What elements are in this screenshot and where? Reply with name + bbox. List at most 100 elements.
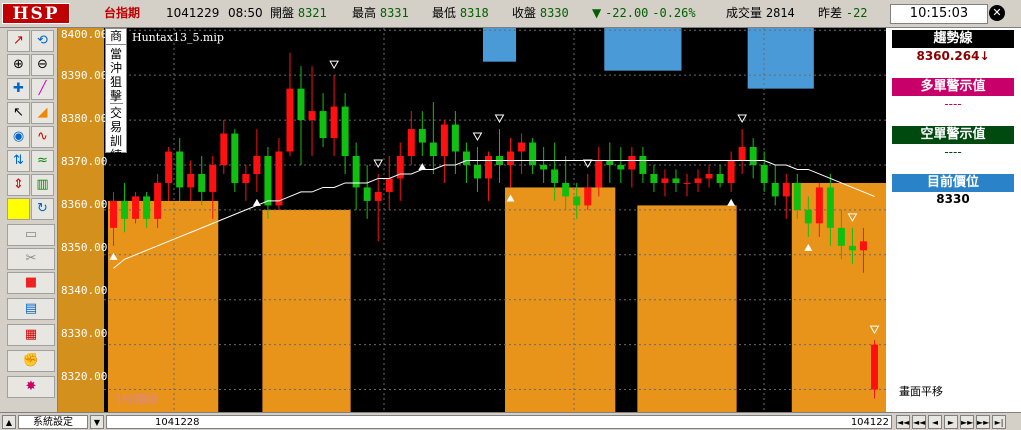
candle-body xyxy=(793,182,801,210)
candle-body xyxy=(617,164,625,170)
short-alert-header: 空單警示值 xyxy=(892,126,1014,144)
side-menu-item[interactable]: 商 xyxy=(106,29,126,45)
zoom-out-icon[interactable]: ⊖ xyxy=(31,54,54,76)
sell-signal-marker xyxy=(472,132,483,142)
grid-table-icon[interactable]: ▦ xyxy=(7,324,55,346)
stop-square-icon[interactable]: ■ xyxy=(7,272,55,294)
current-price-value: 8330 xyxy=(936,192,970,206)
candle-body xyxy=(540,164,548,170)
last-page-icon[interactable]: ►► xyxy=(976,415,990,429)
indicator-file: Huntax13_5.mip xyxy=(132,31,224,44)
scissors-icon[interactable]: ✂ xyxy=(7,248,55,270)
candle-body xyxy=(253,156,261,174)
candle-body xyxy=(209,164,217,192)
candle-body xyxy=(859,241,867,251)
candle-body xyxy=(518,142,526,152)
color-square-icon[interactable] xyxy=(7,198,30,220)
trend-line-value: 8360.264↓ xyxy=(916,49,990,63)
product-name[interactable]: 台指期 xyxy=(104,6,140,20)
candle-body xyxy=(165,151,173,183)
candle-body xyxy=(716,173,724,183)
blue-zone xyxy=(604,28,682,71)
candle-body xyxy=(451,124,459,152)
open-folder-icon[interactable]: ▭ xyxy=(7,224,55,246)
side-menu: 商 當沖狙擊 交易訓練 xyxy=(105,28,127,162)
long-alert-value: ---- xyxy=(944,97,962,111)
candle-body xyxy=(628,156,636,170)
next-icon[interactable]: ► xyxy=(944,415,958,429)
current-price-header: 目前價位 xyxy=(892,174,1014,192)
start-date: 1041228 xyxy=(155,417,200,428)
wave-icon[interactable]: ∿ xyxy=(31,126,54,148)
y-tick: 8330.00 xyxy=(61,327,108,340)
end-icon[interactable]: ►| xyxy=(992,415,1006,429)
reload-icon[interactable]: ↻ xyxy=(31,198,54,220)
bottom-bar: ▲ 系統設定 ▼ 1041228 104122 ◄◄ ◄◄ ◄ ► ►► ►► … xyxy=(0,412,1021,430)
pattern-icon[interactable]: ≈ xyxy=(31,150,54,172)
up-down-icon[interactable]: ⇕ xyxy=(7,174,30,196)
dropdown-icon[interactable]: ▼ xyxy=(90,415,104,429)
zoom-in-icon[interactable]: ⊕ xyxy=(7,54,30,76)
candle-body xyxy=(782,182,790,197)
candle-body xyxy=(573,196,581,206)
y-tick: 8400.00 xyxy=(61,28,108,41)
side-menu-item[interactable]: 當沖狙擊 xyxy=(109,47,123,104)
blue-zone xyxy=(747,28,814,89)
candle-body xyxy=(837,227,845,246)
open-price: 開盤 8321 xyxy=(270,6,327,20)
chart-canvas[interactable] xyxy=(104,28,936,412)
y-tick: 8360.00 xyxy=(61,198,108,211)
rewind-icon[interactable]: ◄◄ xyxy=(912,415,926,429)
forward-icon[interactable]: ►► xyxy=(960,415,974,429)
scroll-up-icon[interactable]: ▲ xyxy=(2,415,16,429)
long-alert-header: 多單警示值 xyxy=(892,78,1014,96)
candle-body xyxy=(462,151,470,165)
pan-label: 畫面平移 xyxy=(899,385,943,398)
quote-date: 1041229 xyxy=(166,6,220,20)
y-tick: 8320.00 xyxy=(61,370,108,383)
candle-body xyxy=(529,142,537,165)
first-page-icon[interactable]: ◄◄ xyxy=(896,415,910,429)
candle-body xyxy=(418,129,426,143)
candle-body xyxy=(705,173,713,179)
bar-switch-icon[interactable]: ▥ xyxy=(31,174,54,196)
settings-button[interactable]: 系統設定 xyxy=(18,415,88,429)
candle-body xyxy=(484,156,492,179)
candle-body xyxy=(242,173,250,183)
prev-icon[interactable]: ◄ xyxy=(928,415,942,429)
close-icon[interactable]: ✕ xyxy=(989,5,1005,21)
crosshair-icon[interactable]: ✚ xyxy=(7,78,30,100)
report-icon[interactable]: ▤ xyxy=(7,298,55,320)
high-price: 最高 8331 xyxy=(352,6,409,20)
candle-body xyxy=(848,245,856,251)
candle-body xyxy=(661,178,669,183)
side-menu-item[interactable]: 交易訓練 xyxy=(110,106,123,162)
glove-icon[interactable]: ✊ xyxy=(7,350,55,372)
candle-body xyxy=(826,187,834,228)
sell-signal-marker xyxy=(582,159,593,168)
refresh-icon[interactable]: ⟲ xyxy=(31,30,54,52)
candle-body xyxy=(132,196,140,219)
candle-body xyxy=(440,124,448,156)
time-scrollbar[interactable]: 1041228 104122 xyxy=(106,415,892,429)
candle-body xyxy=(429,142,437,156)
candle-body xyxy=(815,187,823,224)
quote-time: 08:50 xyxy=(228,6,263,20)
candle-body xyxy=(176,151,184,188)
change-value: ▼ -22.00 -0.26% xyxy=(592,6,696,20)
trend-line-icon[interactable]: ↗ xyxy=(7,30,30,52)
draw-line-icon[interactable]: ╱ xyxy=(31,78,54,100)
sell-signal-marker xyxy=(329,60,339,70)
cursor-arrow-icon[interactable]: ↖ xyxy=(7,102,30,124)
eraser-icon[interactable]: ◢ xyxy=(31,102,54,124)
clock: 10:15:03 xyxy=(890,4,988,24)
candlestick-chart[interactable]: Huntax13_5.mip 5分鐘線 商 當沖狙擊 交易訓練 xyxy=(104,28,936,412)
candle-chart-icon[interactable]: ⇅ xyxy=(7,150,30,172)
pie-cycle-icon[interactable]: ◉ xyxy=(7,126,30,148)
quote-bar: HSP 台指期 1041229 08:50 開盤 8321 最高 8331 最低… xyxy=(0,0,1021,28)
y-tick: 8380.00 xyxy=(61,112,108,125)
candle-body xyxy=(187,173,195,188)
buy-signal-marker xyxy=(252,198,261,206)
flash-icon[interactable]: ✸ xyxy=(7,376,55,398)
candle-body xyxy=(694,178,702,183)
